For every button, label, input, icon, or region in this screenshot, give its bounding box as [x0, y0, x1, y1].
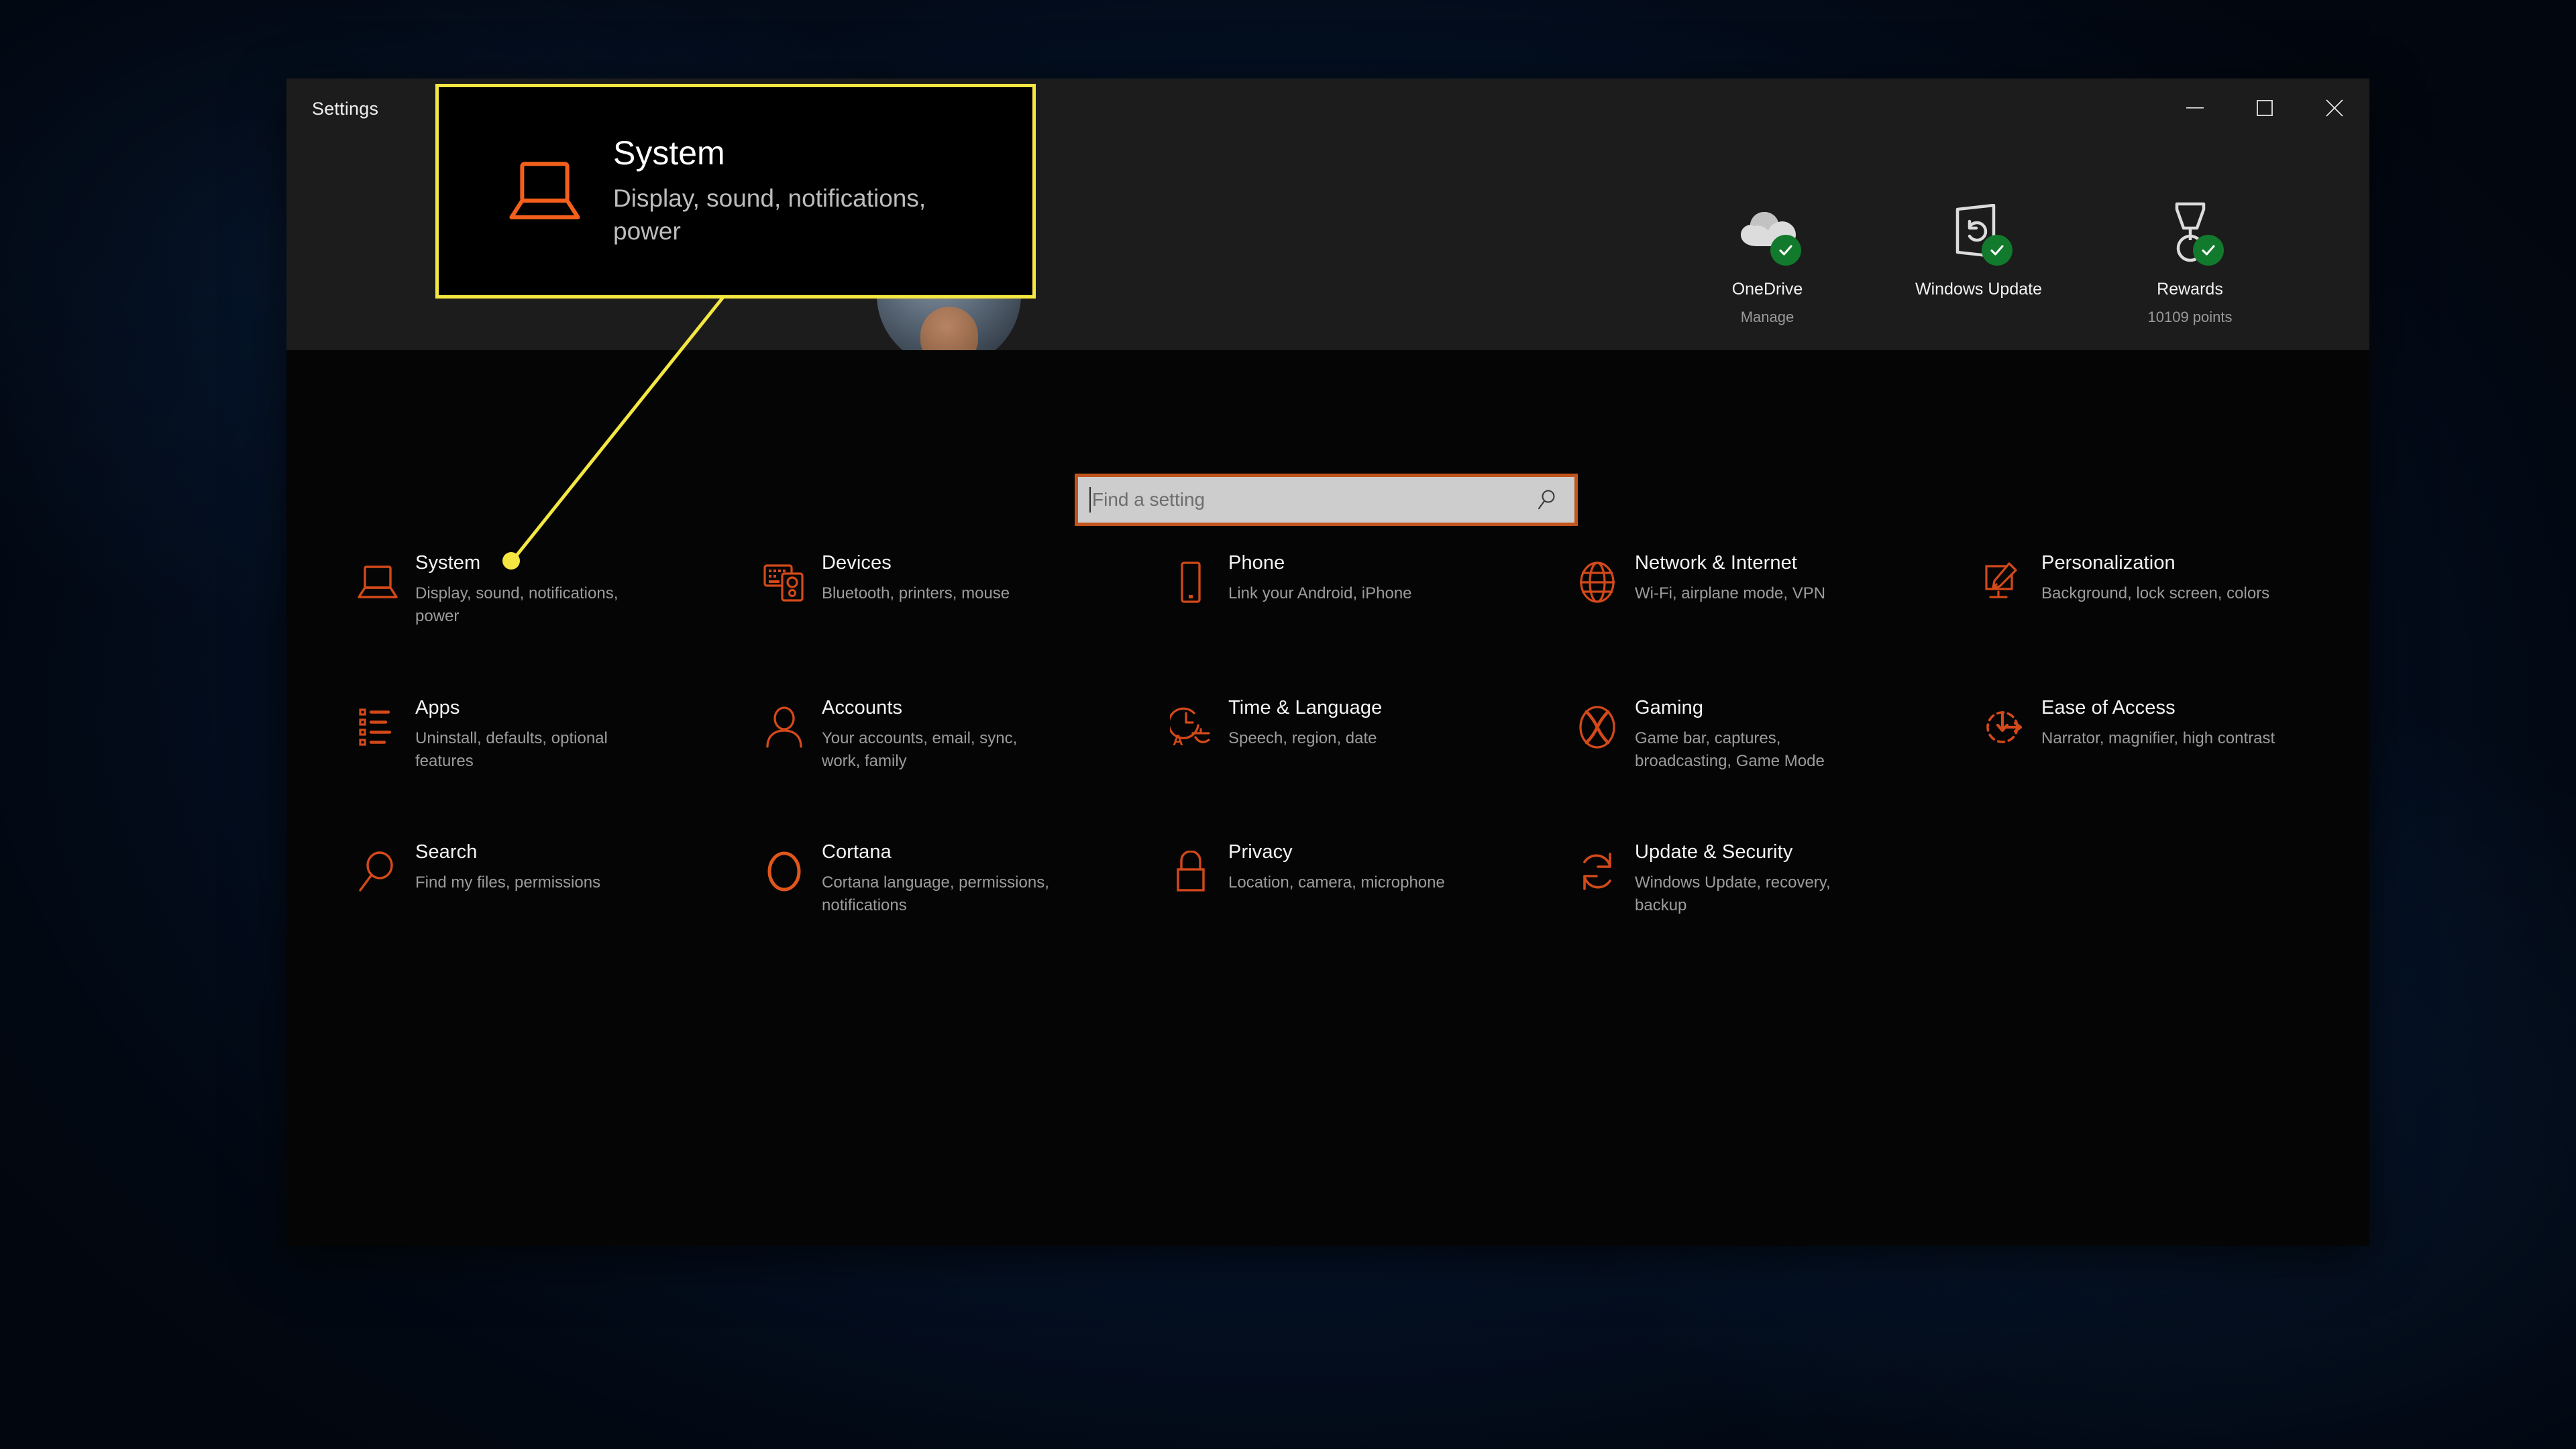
window-body: Find a setting System Display, sound, no… [286, 350, 2369, 1246]
tile-title: Cortana [822, 841, 892, 863]
tile-title: Update & Security [1635, 841, 1793, 863]
tile-subtitle: Uninstall, defaults, optional features [415, 729, 608, 770]
tile-title: Accounts [822, 696, 903, 718]
window-header: Settings OneDrive Manage Windows Update … [286, 78, 2369, 350]
system-laptop-icon [340, 545, 415, 619]
tile-title: Search [415, 841, 478, 863]
time-language-icon: A [1153, 690, 1228, 764]
settings-tile-gaming[interactable]: Gaming Game bar, captures, broadcasting,… [1560, 693, 1966, 773]
window-controls [2160, 78, 2369, 138]
status-tile-subtitle: 10109 points [2147, 309, 2233, 325]
settings-tile-personalization[interactable]: Personalization Background, lock screen,… [1966, 548, 2373, 629]
accounts-person-icon [747, 690, 822, 764]
settings-tile-time-language[interactable]: A Time & Language Speech, region, date [1153, 693, 1560, 773]
user-avatar[interactable] [877, 223, 1021, 350]
status-tile-title: OneDrive [1731, 280, 1803, 299]
search-placeholder: Find a setting [1092, 489, 1205, 510]
tile-subtitle: Find my files, permissions [415, 873, 601, 892]
settings-tile-apps[interactable]: Apps Uninstall, defaults, optional featu… [340, 693, 747, 773]
search-icon[interactable] [1536, 488, 1558, 511]
ease-of-access-icon [1966, 690, 2041, 764]
close-button[interactable] [2300, 78, 2369, 138]
search-input[interactable]: Find a setting [1075, 474, 1578, 526]
devices-icon [747, 545, 822, 619]
status-tile-onedrive[interactable]: OneDrive Manage [1662, 196, 1873, 326]
tile-title: Ease of Access [2041, 696, 2176, 718]
status-tile-windows-update[interactable]: Windows Update [1873, 196, 2084, 326]
status-tile-title: Windows Update [1915, 280, 2042, 299]
tile-subtitle: Bluetooth, printers, mouse [822, 584, 1010, 603]
settings-tile-phone[interactable]: Phone Link your Android, iPhone [1153, 548, 1560, 629]
settings-tile-accounts[interactable]: Accounts Your accounts, email, sync, wor… [747, 693, 1153, 773]
tile-title: Phone [1228, 552, 1285, 574]
cortana-ring-icon [747, 835, 822, 908]
tile-subtitle: Game bar, captures, broadcasting, Game M… [1635, 729, 1825, 770]
tile-title: Time & Language [1228, 696, 1383, 718]
settings-window: Settings OneDrive Manage Windows Update … [286, 78, 2369, 1246]
update-security-icon [1560, 835, 1635, 908]
settings-categories-grid: System Display, sound, notifications, po… [286, 548, 2369, 918]
status-tile-rewards[interactable]: Rewards 10109 points [2084, 196, 2296, 326]
onedrive-cloud-icon [1735, 200, 1801, 266]
settings-tile-network-internet[interactable]: Network & Internet Wi-Fi, airplane mode,… [1560, 548, 1966, 629]
status-tile-subtitle: Manage [1740, 309, 1794, 325]
tile-title: Personalization [2041, 552, 2176, 574]
tile-title: Gaming [1635, 696, 1704, 718]
tile-title: Network & Internet [1635, 552, 1797, 574]
search-magnifier-icon [340, 835, 415, 908]
gaming-xbox-icon [1560, 690, 1635, 764]
tile-title: Privacy [1228, 841, 1293, 863]
tile-subtitle: Link your Android, iPhone [1228, 584, 1412, 603]
tile-subtitle: Speech, region, date [1228, 729, 1377, 747]
settings-tile-devices[interactable]: Devices Bluetooth, printers, mouse [747, 548, 1153, 629]
settings-tile-update-security[interactable]: Update & Security Windows Update, recove… [1560, 837, 1966, 918]
apps-list-icon [340, 690, 415, 764]
svg-text:A: A [1173, 732, 1183, 748]
header-status-tiles: OneDrive Manage Windows Update Rewards 1… [1662, 196, 2296, 326]
phone-icon [1153, 545, 1228, 619]
status-check-badge [2192, 235, 2224, 266]
settings-tile-privacy[interactable]: Privacy Location, camera, microphone [1153, 837, 1560, 918]
rewards-medal-icon [2158, 200, 2224, 266]
settings-tile-ease-of-access[interactable]: Ease of Access Narrator, magnifier, high… [1966, 693, 2373, 773]
windows-update-icon [1947, 200, 2012, 266]
window-title: Settings [312, 99, 379, 119]
maximize-button[interactable] [2230, 78, 2300, 138]
settings-tile-search[interactable]: Search Find my files, permissions [340, 837, 747, 918]
tile-subtitle: Narrator, magnifier, high contrast [2041, 729, 2275, 747]
status-check-badge [1981, 235, 2012, 266]
tile-subtitle: Cortana language, permissions, notificat… [822, 873, 1049, 915]
tile-subtitle: Wi-Fi, airplane mode, VPN [1635, 584, 1826, 603]
network-globe-icon [1560, 545, 1635, 619]
settings-tile-cortana[interactable]: Cortana Cortana language, permissions, n… [747, 837, 1153, 918]
tile-title: Apps [415, 696, 460, 718]
settings-tile-system[interactable]: System Display, sound, notifications, po… [340, 548, 747, 629]
tile-subtitle: Background, lock screen, colors [2041, 584, 2270, 603]
tile-subtitle: Your accounts, email, sync, work, family [822, 729, 1018, 770]
tile-title: System [415, 552, 481, 574]
tile-title: Devices [822, 552, 892, 574]
personalization-brush-icon [1966, 545, 2041, 619]
tile-subtitle: Display, sound, notifications, power [415, 584, 619, 626]
status-tile-title: Rewards [2157, 280, 2223, 299]
tile-subtitle: Windows Update, recovery, backup [1635, 873, 1831, 915]
privacy-lock-icon [1153, 835, 1228, 908]
text-caret [1089, 487, 1091, 513]
status-check-badge [1770, 235, 1801, 266]
tile-subtitle: Location, camera, microphone [1228, 873, 1445, 892]
minimize-button[interactable] [2160, 78, 2230, 138]
